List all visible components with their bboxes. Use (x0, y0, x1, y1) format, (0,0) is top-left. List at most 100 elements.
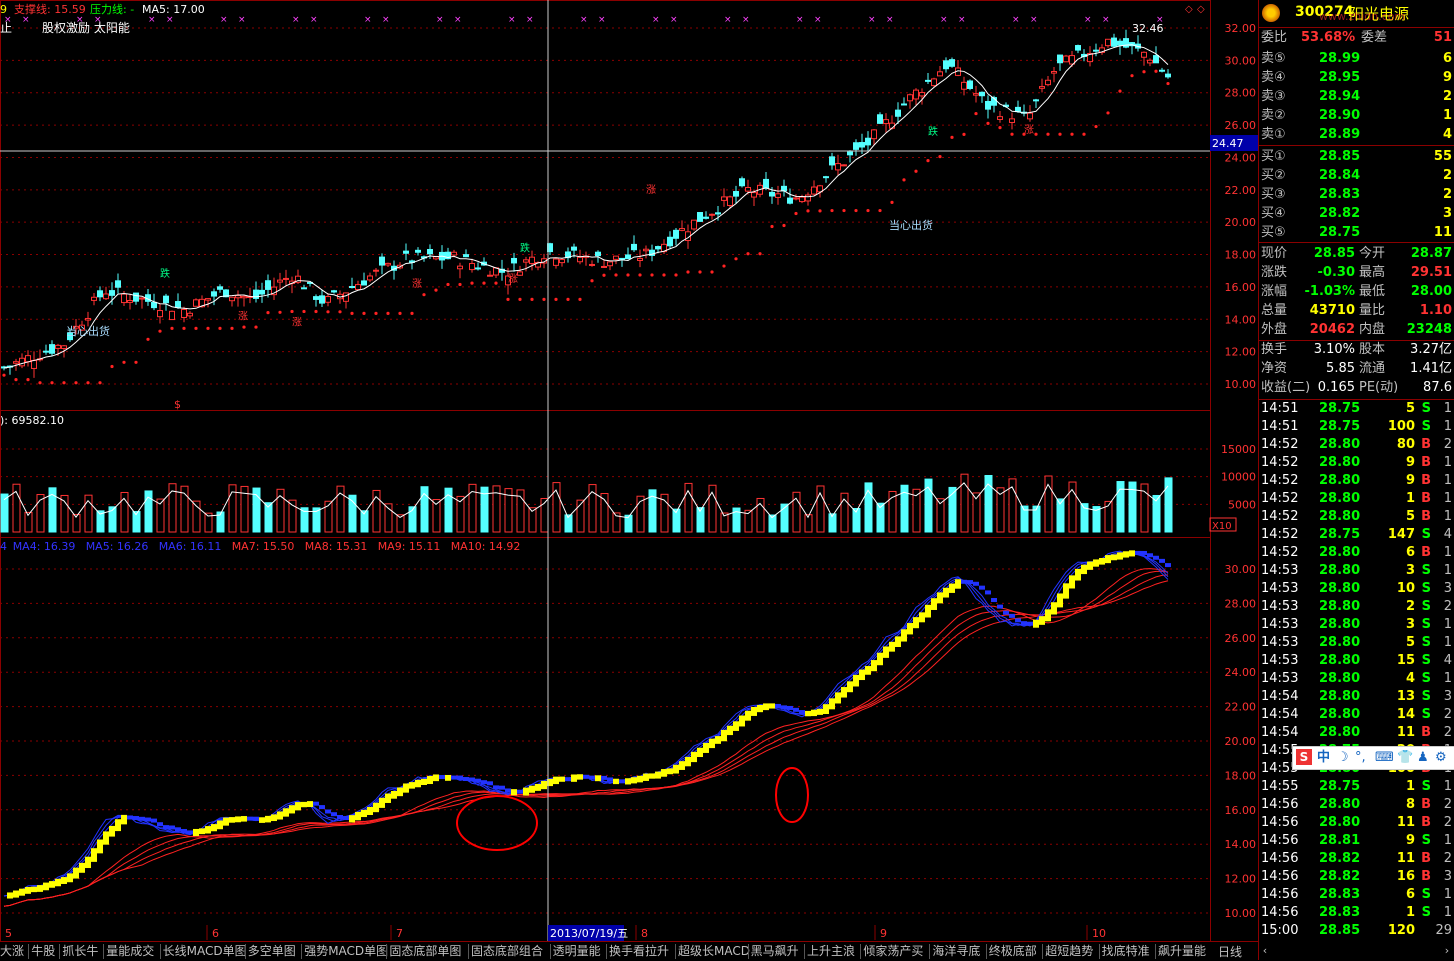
indicator-tab[interactable]: 黑马飙升 (751, 943, 799, 960)
candle-body (709, 213, 715, 216)
settings-icon[interactable]: ⚙ (1435, 749, 1447, 766)
indicator-tab[interactable]: 多空单图 (248, 943, 296, 960)
candle-body (25, 355, 31, 363)
indicator-tab[interactable]: 透明量能 (553, 943, 601, 960)
buy-vol: 55 (1433, 149, 1452, 164)
indicator-tab[interactable]: 固态底部单图 (389, 943, 461, 960)
candle-body (775, 193, 781, 198)
tick-time: 14:56 (1261, 815, 1299, 830)
buy-price: 28.83 (1319, 187, 1361, 202)
tick-count: 1 (1443, 509, 1452, 524)
candlestick-series (1, 29, 1171, 378)
ma-step-bar (283, 808, 289, 817)
quote-panel: 300274 阳光电源 www.zhidn.com 委比 53.68% 委差 51 卖⑤… (1258, 0, 1454, 960)
tick-count: 2 (1443, 437, 1452, 452)
tick-price: 28.80 (1319, 473, 1361, 488)
tab-scroll-right[interactable]: › (1440, 942, 1454, 960)
tick-time: 14:53 (1261, 599, 1299, 614)
tab-scroll-left[interactable]: ‹ (1258, 942, 1272, 960)
support-dot (998, 125, 1002, 130)
indicator-tab[interactable]: 换手看拉升 (609, 943, 669, 960)
ma-step-bar (211, 824, 217, 832)
candle-body (385, 262, 391, 266)
volume-ma-line (3, 482, 1169, 519)
indicator-tab[interactable]: 量能成交 (106, 943, 154, 960)
ma-step-bar (385, 793, 391, 803)
keyboard-icon[interactable]: ⌨ (1375, 749, 1394, 766)
ma-step-bar (847, 681, 853, 693)
ma-step-bar (391, 791, 397, 799)
ma-step-bar (439, 775, 445, 780)
support-dot (1166, 81, 1170, 86)
ime-mode[interactable]: 中 (1317, 749, 1330, 766)
candle-body (895, 109, 901, 117)
stock-tags: 股权激励 太阳能 (42, 20, 130, 35)
diamond-icon-2[interactable]: ◇ (1197, 4, 1205, 15)
ma-step-bar (865, 666, 871, 675)
support-dot (98, 381, 102, 385)
tick-row: 14:55 28.75 1 S 1 (1259, 778, 1454, 796)
diamond-icon[interactable]: ◇ (1185, 4, 1193, 15)
ma-step-bar (157, 822, 163, 827)
indicator-tab[interactable]: 超短趋势 (1045, 943, 1093, 960)
indicator-tab[interactable]: 抓长牛 (62, 943, 98, 960)
x-marker: × (1084, 15, 1092, 25)
ma-step-bar (853, 674, 859, 687)
tick-price: 28.80 (1319, 545, 1361, 560)
support-dot (494, 281, 498, 285)
sell-vol: 9 (1442, 70, 1452, 85)
support-label: 支撑线: 15.59 (14, 2, 86, 16)
indicator-tab[interactable]: 上升主浪 (807, 943, 855, 960)
indicator-tab[interactable]: 强势MACD单图 (304, 943, 388, 960)
buy-vol: 2 (1442, 187, 1452, 202)
moon-icon[interactable]: ☽ (1337, 749, 1349, 766)
ma-tick: 26.00 (1225, 632, 1257, 645)
user-icon[interactable]: ♟ (1417, 749, 1429, 766)
indicator-tab[interactable]: 终极底部 (989, 943, 1037, 960)
indicator-tab[interactable]: 大涨 (0, 943, 24, 960)
period-tab[interactable]: 日线 (1210, 942, 1258, 960)
ma-step-bar (739, 715, 745, 727)
punct-icon[interactable]: °, (1355, 749, 1366, 766)
buy-row: 买③ 28.83 2 (1259, 186, 1454, 204)
candle-body (517, 271, 523, 276)
candle-body (877, 114, 883, 124)
kline-chart[interactable]: 涨涨涨 涨涨涨跌跌跌× × × × × × × × × × × × × × × × × × × × × × × × × × × × × × ×… (0, 0, 1258, 960)
ma-step-bar (601, 775, 607, 780)
ma-tick: 28.00 (1225, 597, 1257, 610)
indicator-tab[interactable]: 固态底部组合 (471, 943, 543, 960)
ma-step-bar (1039, 616, 1045, 625)
indicator-tab[interactable]: 海洋寻底 (932, 943, 980, 960)
indicator-tab[interactable]: 长线MACD单图 (163, 943, 247, 960)
ma-tick: 16.00 (1225, 804, 1257, 817)
support-dot (686, 270, 690, 274)
ma-step-bar (1159, 558, 1165, 563)
ma-step-bar (169, 825, 175, 830)
ma-step-bar (1087, 561, 1093, 570)
ime-toolbar[interactable]: S 中 ☽ °, ⌨ 👕 ♟ ⚙ (1292, 746, 1454, 770)
candle-body (475, 267, 481, 270)
date-label: 10 (1092, 927, 1106, 940)
shirt-icon[interactable]: 👕 (1397, 749, 1413, 766)
ma-step-bar (967, 580, 973, 585)
tab-divider (1098, 944, 1100, 959)
indicator-tab[interactable]: 找底特准 (1102, 943, 1150, 960)
price-tick: 10.00 (1225, 378, 1257, 391)
ma-step-bar (907, 623, 913, 635)
indicator-tab[interactable]: 倾家荡产买 (863, 943, 923, 960)
tick-row: 14:53 28.80 4 S 1 (1259, 670, 1454, 688)
ma-step-bar (817, 708, 823, 715)
tab-divider (59, 944, 61, 959)
indicator-tab[interactable]: 超级长MACD (678, 943, 750, 960)
buy-label: 买① (1261, 149, 1286, 164)
indicator-tab[interactable]: 飙升量能 (1158, 943, 1206, 960)
support-dot (194, 326, 198, 330)
ime-logo-icon[interactable]: S (1296, 749, 1312, 765)
indicator-tab[interactable]: 牛股 (31, 943, 55, 960)
support-dot (602, 273, 606, 277)
candle-body (907, 94, 913, 102)
candle-body (643, 248, 649, 252)
support-dot (674, 273, 678, 277)
tick-time: 14:56 (1261, 887, 1299, 902)
tick-price: 28.82 (1319, 851, 1361, 866)
